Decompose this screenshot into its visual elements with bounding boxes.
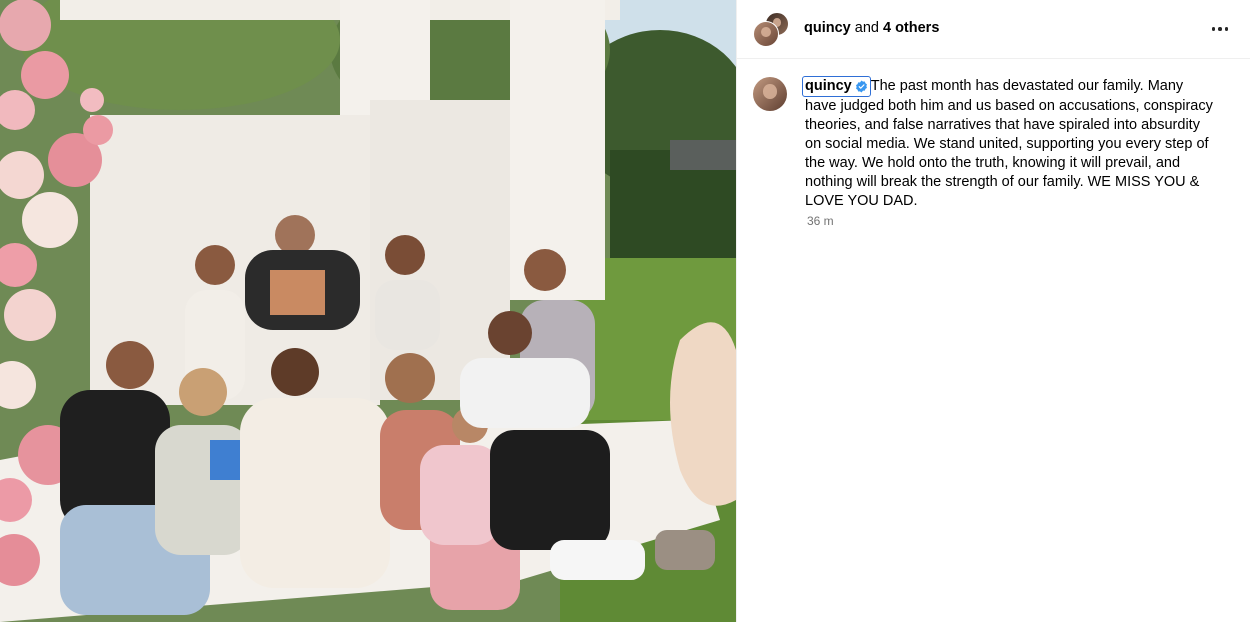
family-photo-image (0, 0, 736, 622)
owner-username[interactable]: quincy (804, 20, 851, 36)
verified-badge-icon (855, 80, 867, 93)
post-owners[interactable]: quincy and 4 others (804, 20, 939, 37)
owner-others-link[interactable]: 4 others (883, 20, 939, 36)
caption-body: quincy The past month has devastated our … (802, 76, 1215, 211)
caption-username-link[interactable]: quincy (802, 76, 871, 97)
post-header: quincy and 4 others (737, 0, 1250, 59)
caption-username: quincy (805, 78, 852, 94)
more-horizontal-icon (1211, 27, 1229, 31)
post-photo[interactable] (0, 0, 736, 622)
caption-text: The past month has devastated our family… (805, 78, 1213, 209)
avatar (753, 21, 779, 47)
more-options-button[interactable] (1208, 17, 1232, 41)
owner-separator: and (850, 20, 883, 36)
post-timestamp[interactable]: 36 m (807, 214, 834, 228)
collab-avatars[interactable] (753, 12, 789, 48)
caption-avatar[interactable] (753, 77, 787, 111)
post-details-panel: quincy and 4 others quincy The past month… (736, 0, 1250, 622)
